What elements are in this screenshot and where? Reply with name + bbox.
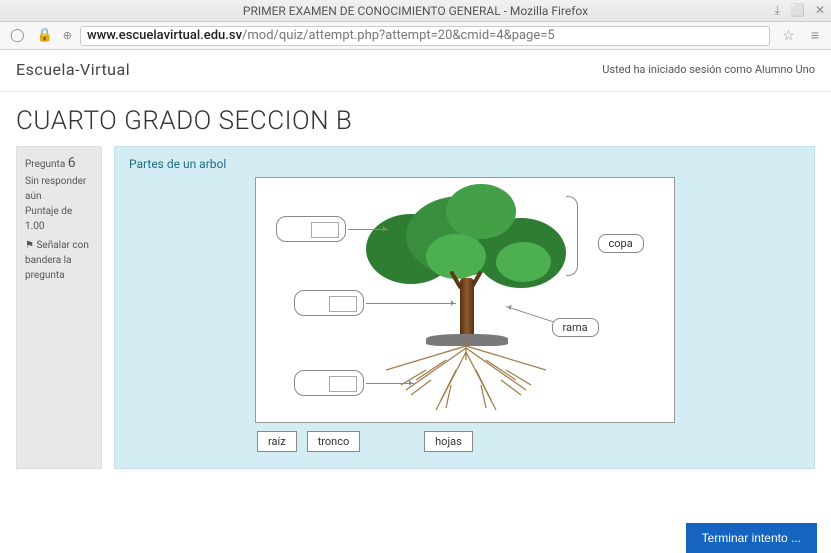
finish-attempt-button[interactable]: Terminar intento ... [686,523,817,553]
session-status: Usted ha iniciado sesión como Alumno Uno [602,63,815,76]
brace-icon [566,196,578,276]
dropzone-hojas[interactable] [276,216,346,242]
question-text: Partes de un arbol [129,157,800,171]
menu-hamburger-icon[interactable]: ≡ [807,27,823,44]
window-titlebar: PRIMER EXAMEN DE CONOCIMIENTO GENERAL - … [0,0,831,22]
lock-warning-icon[interactable]: 🔒 [35,28,55,43]
browser-address-bar: ◯ 🔒 ⊕ www.escuelavirtual.edu.sv/mod/quiz… [0,22,831,50]
question-info-panel: Pregunta 6 Sin responder aún Puntaje de … [16,146,102,469]
dropzone-tronco[interactable] [294,290,364,316]
question-number: Pregunta 6 [25,153,93,174]
arrow-icon [366,303,456,304]
window-title: PRIMER EXAMEN DE CONOCIMIENTO GENERAL - … [243,4,588,18]
question-state: Sin responder aún [25,174,93,204]
maximize-icon[interactable]: ⬜ [790,3,805,18]
drag-chip-raiz[interactable]: raíz [257,431,297,452]
https-indicator: ⊕ [63,29,72,42]
tree-roots-graphic [386,340,546,414]
question-panel: Partes de un arbol [114,146,815,469]
tree-trunk-graphic [460,278,474,340]
arrow-icon [505,306,553,322]
dropzone-raiz[interactable] [294,370,364,396]
page-title: CUARTO GRADO SECCION B [0,92,831,146]
arrow-icon [366,383,414,384]
url-input[interactable]: www.escuelavirtual.edu.sv/mod/quiz/attem… [80,26,770,46]
question-points: Puntaje de 1.00 [25,204,93,234]
arrow-icon [348,229,388,230]
url-domain: www.escuelavirtual.edu.sv [87,28,242,43]
bookmark-star-icon[interactable]: ☆ [778,28,799,44]
draggable-pool: raíz tronco xxxx hojas [129,431,800,452]
drag-chip-hojas[interactable]: hojas [424,431,473,452]
close-icon[interactable]: ✕ [815,3,825,18]
minimize-icon[interactable]: ⤓ [775,3,780,18]
dropzone-copa-filled[interactable]: copa [598,234,644,253]
drag-drop-image-area[interactable]: copa rama [255,177,675,423]
site-header: Escuela-Virtual Usted ha iniciado sesión… [0,50,831,92]
flag-question-link[interactable]: ⚑ Señalar con bandera la pregunta [25,238,93,283]
site-brand[interactable]: Escuela-Virtual [16,60,130,79]
drag-chip-tronco[interactable]: tronco [307,431,361,452]
shield-icon[interactable]: ◯ [8,28,27,43]
dropzone-rama-filled[interactable]: rama [552,318,599,337]
url-path: /mod/quiz/attempt.php?attempt=20&cmid=4&… [242,28,555,43]
